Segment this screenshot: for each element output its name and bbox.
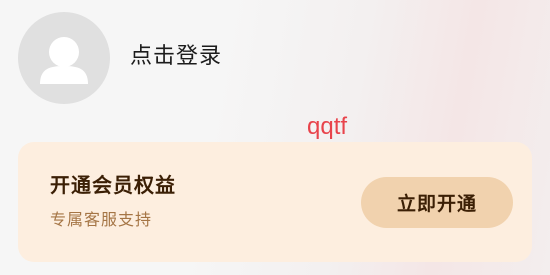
vip-membership-card[interactable]: 开通会员权益 专属客服支持 立即开通	[18, 142, 532, 262]
vip-card-subtitle: 专属客服支持	[50, 210, 153, 229]
vip-card-title: 开通会员权益	[50, 173, 176, 197]
login-link[interactable]: 点击登录	[130, 42, 222, 72]
avatar[interactable]	[18, 12, 110, 104]
default-user-avatar-icon	[40, 37, 88, 84]
watermark-text: qqtf	[307, 113, 348, 140]
activate-now-button[interactable]: 立即开通	[361, 177, 513, 228]
